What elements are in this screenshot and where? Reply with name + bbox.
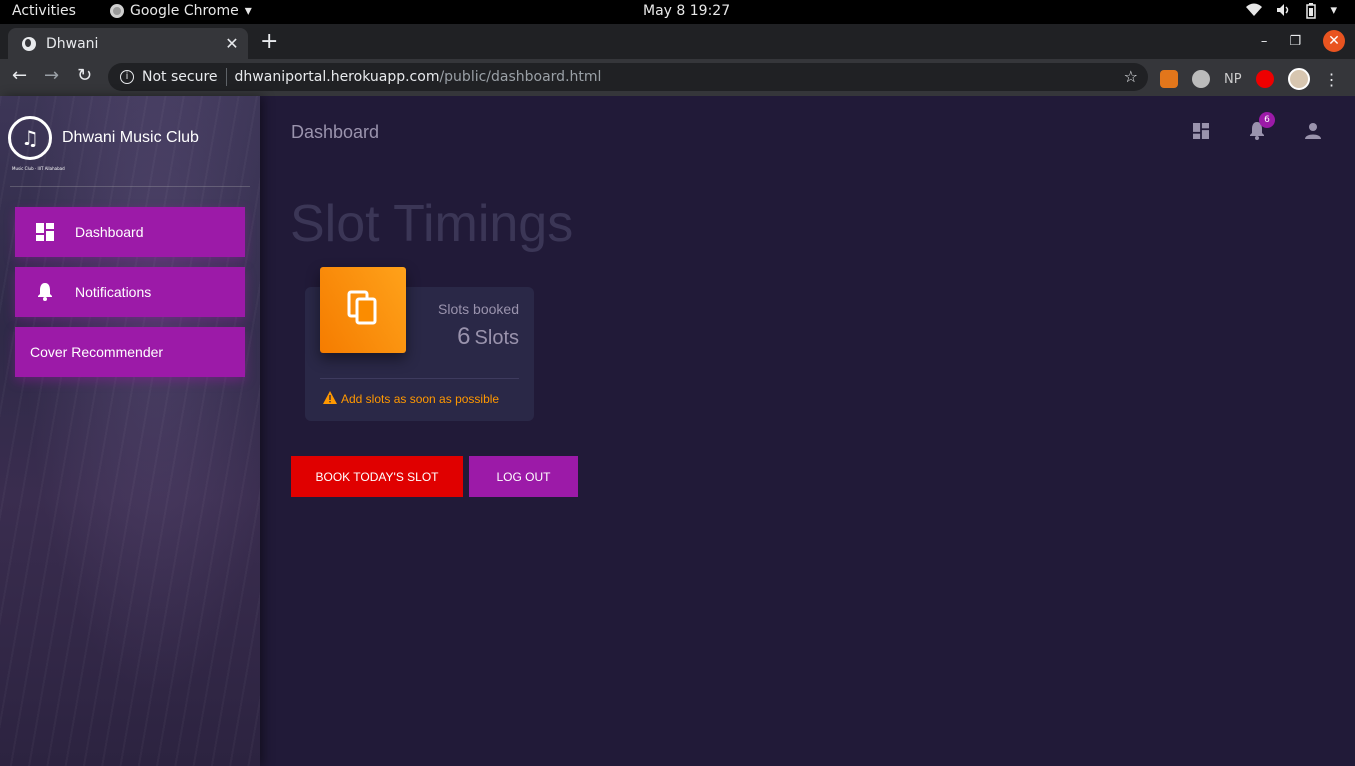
dashboard-icon[interactable] <box>1193 123 1209 143</box>
sidebar-item-label: Notifications <box>75 284 152 300</box>
address-bar[interactable]: i Not secure dhwaniportal.herokuapp.com /… <box>108 63 1148 91</box>
maximize-icon[interactable]: ❐ <box>1289 34 1301 49</box>
brand-name: Dhwani Music Club <box>62 129 199 146</box>
browser-toolbar: ← → ↻ i Not secure dhwaniportal.herokuap… <box>0 59 1355 96</box>
sidebar-divider <box>10 186 250 187</box>
page-content: ♫ Dhwani Music Club Music Club · IIIT Al… <box>0 96 1355 766</box>
person-icon[interactable] <box>1305 123 1321 143</box>
caret-down-icon: ▾ <box>244 3 252 19</box>
clock[interactable]: May 8 19:27 <box>643 3 730 19</box>
security-label[interactable]: Not secure <box>142 69 218 85</box>
extension-hand-icon[interactable] <box>1255 70 1274 88</box>
new-tab-button[interactable]: + <box>260 29 278 54</box>
bell-icon <box>35 283 55 301</box>
sidebar-item-dashboard[interactable]: Dashboard <box>15 207 245 257</box>
header-actions: 6 <box>1193 112 1321 144</box>
extension-np-icon[interactable]: NP <box>1224 72 1242 87</box>
sidebar-item-notifications[interactable]: Notifications <box>15 267 245 317</box>
globe-icon <box>22 36 36 51</box>
tab-title: Dhwani <box>46 35 99 52</box>
system-tray[interactable]: ▾ <box>1246 3 1337 23</box>
metamask-icon[interactable] <box>1160 70 1178 88</box>
notification-count-badge: 6 <box>1259 112 1275 128</box>
slots-unit: Slots <box>474 327 519 349</box>
warning-icon <box>323 391 337 407</box>
reload-icon[interactable]: ↻ <box>77 65 92 86</box>
section-heading: Slot Timings <box>290 195 574 253</box>
app-menu[interactable]: Google Chrome ▾ <box>110 3 252 19</box>
profile-avatar[interactable] <box>1287 68 1310 90</box>
activities-button[interactable]: Activities <box>12 3 76 19</box>
card-divider <box>320 378 519 379</box>
extensions-area: NP ⋮ <box>1160 68 1340 90</box>
battery-icon <box>1306 3 1317 23</box>
slots-count: 6 <box>457 323 471 350</box>
brand-subtitle: Music Club · IIIT Allahabad <box>12 166 65 171</box>
wifi-icon <box>1246 3 1263 23</box>
info-icon[interactable]: i <box>120 70 134 84</box>
sidebar: ♫ Dhwani Music Club Music Club · IIIT Al… <box>0 96 260 766</box>
url-path: /public/dashboard.html <box>439 69 602 85</box>
dashboard-icon <box>35 223 55 241</box>
brand[interactable]: ♫ Dhwani Music Club <box>8 116 199 160</box>
extension-globe-icon[interactable] <box>1192 70 1210 88</box>
chrome-menu-icon[interactable]: ⋮ <box>1324 70 1340 89</box>
bell-icon <box>1249 122 1265 144</box>
tab-dhwani[interactable]: Dhwani ✕ <box>8 28 248 59</box>
bookmark-star-icon[interactable]: ☆ <box>1124 67 1138 86</box>
card-category: Slots booked <box>438 301 519 317</box>
back-arrow-icon[interactable]: ← <box>12 65 27 86</box>
notifications-button[interactable]: 6 <box>1249 112 1275 144</box>
card-footer-text[interactable]: Add slots as soon as possible <box>341 392 499 406</box>
sidebar-item-label: Cover Recommender <box>30 344 164 360</box>
card-footer: Add slots as soon as possible <box>323 391 499 407</box>
sidebar-item-label: Dashboard <box>75 224 144 240</box>
power-menu-caret-icon: ▾ <box>1330 3 1337 18</box>
forward-arrow-icon[interactable]: → <box>44 65 59 86</box>
window-controls: – ❐ ✕ <box>1261 30 1345 52</box>
tab-strip: Dhwani ✕ + – ❐ ✕ <box>0 24 1355 59</box>
omnibox-divider <box>225 68 227 86</box>
card-value: 6 Slots <box>457 323 519 351</box>
close-window-icon[interactable]: ✕ <box>1323 30 1345 52</box>
url-host: dhwaniportal.herokuapp.com <box>234 69 440 85</box>
os-top-bar: Activities Google Chrome ▾ May 8 19:27 ▾ <box>0 0 1355 24</box>
volume-icon <box>1276 3 1292 23</box>
close-tab-icon[interactable]: ✕ <box>222 34 242 53</box>
page-title[interactable]: Dashboard <box>291 122 379 143</box>
music-logo-icon: ♫ <box>8 116 52 160</box>
log-out-button[interactable]: Log Out <box>469 456 578 497</box>
app-menu-label: Google Chrome <box>130 3 239 19</box>
minimize-icon[interactable]: – <box>1261 34 1268 49</box>
sidebar-item-cover-recommender[interactable]: Cover Recommender <box>15 327 245 377</box>
book-todays-slot-button[interactable]: Book Today's Slot <box>291 456 463 497</box>
copy-icon <box>347 290 379 330</box>
card-header-icon <box>320 267 406 353</box>
chrome-icon <box>110 4 124 18</box>
